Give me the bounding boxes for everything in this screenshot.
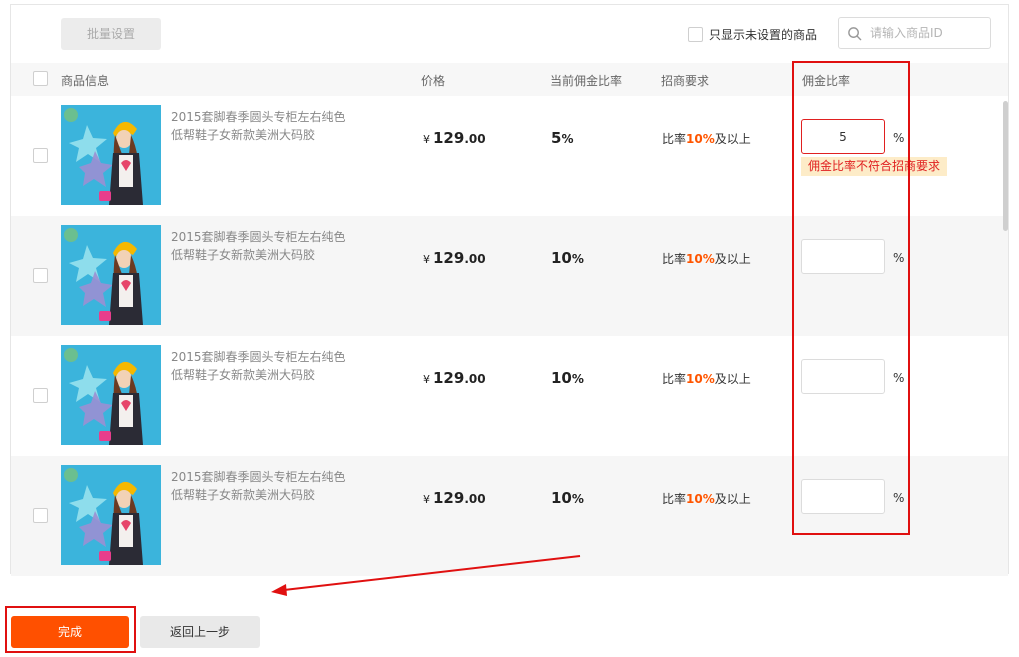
annotation-arrow [271,555,581,596]
done-button[interactable]: 完成 [11,616,129,648]
back-button[interactable]: 返回上一步 [140,616,260,648]
commission-setting-page: 批量设置 只显示未设置的商品 商品信息 价格 当前佣金比率 招商要求 佣金比率 … [0,0,1019,657]
